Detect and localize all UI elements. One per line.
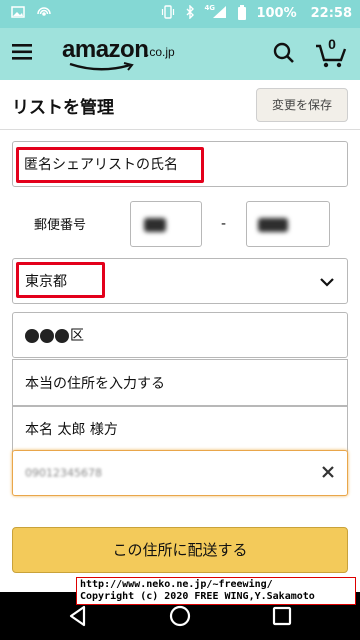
hamburger-icon (12, 44, 32, 60)
save-changes-button[interactable]: 変更を保存 (256, 88, 348, 122)
copyright-watermark: http://www.neko.ne.jp/~freewing/ Copyrig… (76, 577, 356, 605)
page-title: リストを管理 (12, 98, 114, 118)
watermark-url: http://www.neko.ne.jp/~freewing/ (80, 579, 273, 590)
battery-percentage: 100% (256, 5, 297, 21)
nav-home-button[interactable] (168, 604, 192, 628)
postal-separator: - (221, 216, 227, 232)
status-bar: 4G 100% 22:58 (0, 0, 360, 28)
nav-recent-button[interactable] (270, 604, 294, 628)
search-button[interactable] (272, 41, 298, 67)
phone-value: 09012345678 (25, 466, 102, 480)
close-icon (322, 466, 334, 478)
nav-back-button[interactable] (66, 604, 90, 628)
menu-button[interactable] (12, 42, 38, 66)
app-header: amazon .co.jp 0 (0, 28, 360, 80)
address-value: 本当の住所を入力する (25, 375, 165, 392)
name-highlight-box (16, 147, 204, 183)
clear-phone-button[interactable] (319, 463, 337, 481)
recipient-field[interactable]: 本名 太郎 様方 (12, 406, 348, 452)
postal-code-label: 郵便番号 (34, 218, 87, 233)
bluetooth-icon (182, 4, 198, 21)
vibrate-icon (160, 5, 176, 21)
clock: 22:58 (310, 5, 352, 21)
status-right: 4G 100% 22:58 (160, 4, 352, 21)
phone-field[interactable]: 09012345678 (12, 450, 348, 496)
wifi-hotspot-icon (36, 5, 52, 21)
city-value: 区 (25, 325, 84, 345)
title-row: リストを管理 変更を保存 (0, 80, 360, 130)
recent-apps-icon (272, 606, 292, 626)
back-triangle-icon (69, 605, 86, 627)
cart-count: 0 (328, 36, 336, 52)
city-redacted (25, 329, 69, 343)
search-icon (273, 42, 294, 63)
image-icon (10, 5, 26, 21)
logo-text: amazon (62, 36, 149, 63)
deliver-to-address-button[interactable]: この住所に配送する (12, 527, 348, 573)
chevron-down-icon (320, 278, 334, 287)
screen: 4G 100% 22:58 amazon .co.jp 0 リストを管理 変更を… (0, 0, 360, 640)
address-field[interactable]: 本当の住所を入力する (12, 359, 348, 406)
city-suffix: 区 (70, 328, 84, 344)
postal-second-redacted (258, 218, 288, 232)
postal-code-second-field[interactable] (246, 201, 330, 247)
status-left (10, 5, 52, 21)
battery-icon (234, 5, 250, 21)
smile-arrow-icon (69, 62, 134, 71)
watermark-copyright: Copyright (c) 2020 FREE WING,Y.Sakamoto (80, 591, 315, 602)
network-type: 4G (204, 4, 216, 12)
postal-first-redacted (144, 218, 166, 232)
postal-code-first-field[interactable] (130, 201, 202, 247)
amazon-logo[interactable]: amazon .co.jp (62, 36, 182, 72)
logo-suffix: .co.jp (146, 45, 175, 59)
cart-button[interactable]: 0 (314, 36, 348, 68)
recipient-value: 本名 太郎 様方 (25, 422, 118, 438)
prefecture-highlight-box (16, 262, 105, 298)
signal-icon: 4G (204, 4, 228, 21)
home-circle-icon (169, 605, 191, 627)
city-field[interactable]: 区 (12, 312, 348, 358)
